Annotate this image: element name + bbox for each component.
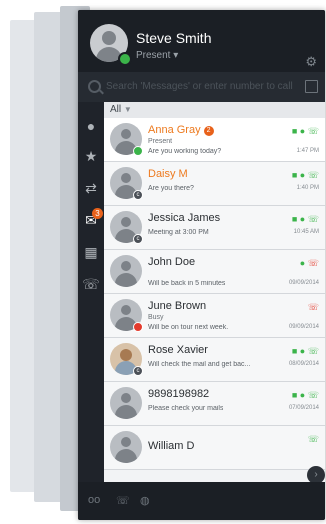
user-status-indicator [118,52,132,66]
chat-icon: ● [299,346,306,356]
chat-icon[interactable]: ✉ 3 [78,206,104,234]
list-item[interactable]: c Rose Xavier Will check the mail and ge… [104,338,325,382]
presence-selector[interactable]: Present ▾ [136,50,178,61]
contact-actions[interactable]: ■ ● ☏ [292,390,319,401]
phone-icon: ☏ [307,126,319,136]
contact-name: Jessica James [148,212,221,224]
search-input[interactable]: Search 'Messages' or enter number to cal… [106,81,293,92]
chat-badge: 3 [92,208,103,219]
last-message: Meeting at 3:00 PM [148,229,209,236]
contact-name: John Doe [148,256,196,268]
bottom-toolbar: oo ☏ ◍ [78,482,325,520]
video-icon: ■ [291,170,298,180]
phone-icon: ☏ [307,214,319,224]
chat-icon: ● [299,258,306,268]
contact-presence: Present [148,138,173,145]
contacts-icon[interactable]: ● [78,112,104,140]
dialpad-icon[interactable]: ▦ [78,238,104,266]
list-item[interactable]: June Brown Busy Will be on tour next wee… [104,294,325,338]
filter-dropdown[interactable]: All ▼ [104,102,325,118]
favorites-icon[interactable]: ★ [78,142,104,170]
transfer-icon[interactable]: ⇄ [78,174,104,202]
phone-icon: ☏ [307,258,319,268]
last-message: Are you working today? [148,148,222,155]
video-icon: ■ [291,126,298,136]
contact-actions[interactable]: ■ ● ☏ [292,126,319,137]
contact-actions[interactable]: ● ☏ [300,258,319,269]
status-dot: c [133,234,143,244]
message-time: 08/09/2014 [288,361,319,367]
status-dot [133,146,143,156]
message-time: 09/09/2014 [288,280,319,286]
profile-header: Steve Smith Present ▾ ⚙ [78,10,325,72]
message-time: 1:40 PM [296,185,319,191]
chat-icon: ● [299,390,306,400]
avatar [110,387,142,419]
side-navigation: ● ★ ⇄ ✉ 3 ▦ ☏ [78,102,104,502]
call-forward-icon[interactable]: ☏ [116,494,130,507]
contact-name: William D [148,440,195,452]
conversation-list: All ▼ Anna Gray 2 Present Are you working… [104,102,325,482]
last-message: Will check the mail and get bac... [148,361,251,368]
list-item[interactable]: c Daisy M Are you there? 1:40 PM ■ ● ☏ [104,162,325,206]
list-item[interactable]: William D ☏ [104,426,325,470]
user-name: Steve Smith [136,30,212,46]
message-time: 07/09/2014 [288,405,319,411]
last-message: Are you there? [148,185,194,192]
last-message: Will be back in 5 minutes [148,280,226,287]
phone-icon: ☏ [307,346,319,356]
status-icon[interactable]: ◍ [140,494,150,507]
message-time: 1:47 PM [296,148,319,154]
filter-label: All [110,104,122,115]
list-item[interactable]: Anna Gray 2 Present Are you working today… [104,118,325,162]
chevron-down-icon: ▼ [123,105,132,114]
list-item[interactable]: 9898198982 Please check your mails 07/09… [104,382,325,426]
video-icon: ■ [291,390,298,400]
messenger-window: Steve Smith Present ▾ ⚙ Search 'Messages… [78,10,325,520]
contact-actions[interactable]: ■ ● ☏ [292,346,319,357]
phone-icon: ☏ [307,302,319,312]
contact-name: Daisy M [148,168,188,180]
contact-actions[interactable]: ☏ [308,302,319,313]
status-dot [133,322,143,332]
video-icon: ■ [291,346,298,356]
search-icon [88,80,101,93]
compose-icon[interactable] [305,80,318,93]
contact-actions[interactable]: ■ ● ☏ [292,170,319,181]
contact-presence: Busy [148,314,164,321]
last-message: Please check your mails [148,405,224,412]
chat-icon: ● [299,126,306,136]
avatar [110,255,142,287]
last-message: Will be on tour next week. [148,324,229,331]
message-time: 09/09/2014 [288,324,319,330]
chat-icon: ● [299,214,306,224]
contact-actions[interactable]: ■ ● ☏ [292,214,319,225]
status-dot: c [133,190,143,200]
unread-badge: 2 [203,126,214,136]
phone-icon: ☏ [307,170,319,180]
avatar [110,431,142,463]
contact-name: Anna Gray 2 [148,124,214,136]
contact-actions[interactable]: ☏ [308,434,319,445]
voicemail-icon[interactable]: oo [88,494,100,506]
phone-icon: ☏ [307,434,319,444]
status-dot: c [133,366,143,376]
contact-name: 9898198982 [148,388,210,400]
list-item[interactable]: John Doe Will be back in 5 minutes 09/09… [104,250,325,294]
phone-icon: ☏ [307,390,319,400]
message-time: 10:45 AM [293,229,319,235]
contact-name: Rose Xavier [148,344,208,356]
video-icon: ■ [291,214,298,224]
phone-icon[interactable]: ☏ [78,270,104,298]
contact-name: June Brown [148,300,207,312]
chat-icon: ● [299,170,306,180]
list-item[interactable]: c Jessica James Meeting at 3:00 PM 10:45… [104,206,325,250]
gear-icon[interactable]: ⚙ [305,54,317,70]
search-bar[interactable]: Search 'Messages' or enter number to cal… [78,72,325,102]
